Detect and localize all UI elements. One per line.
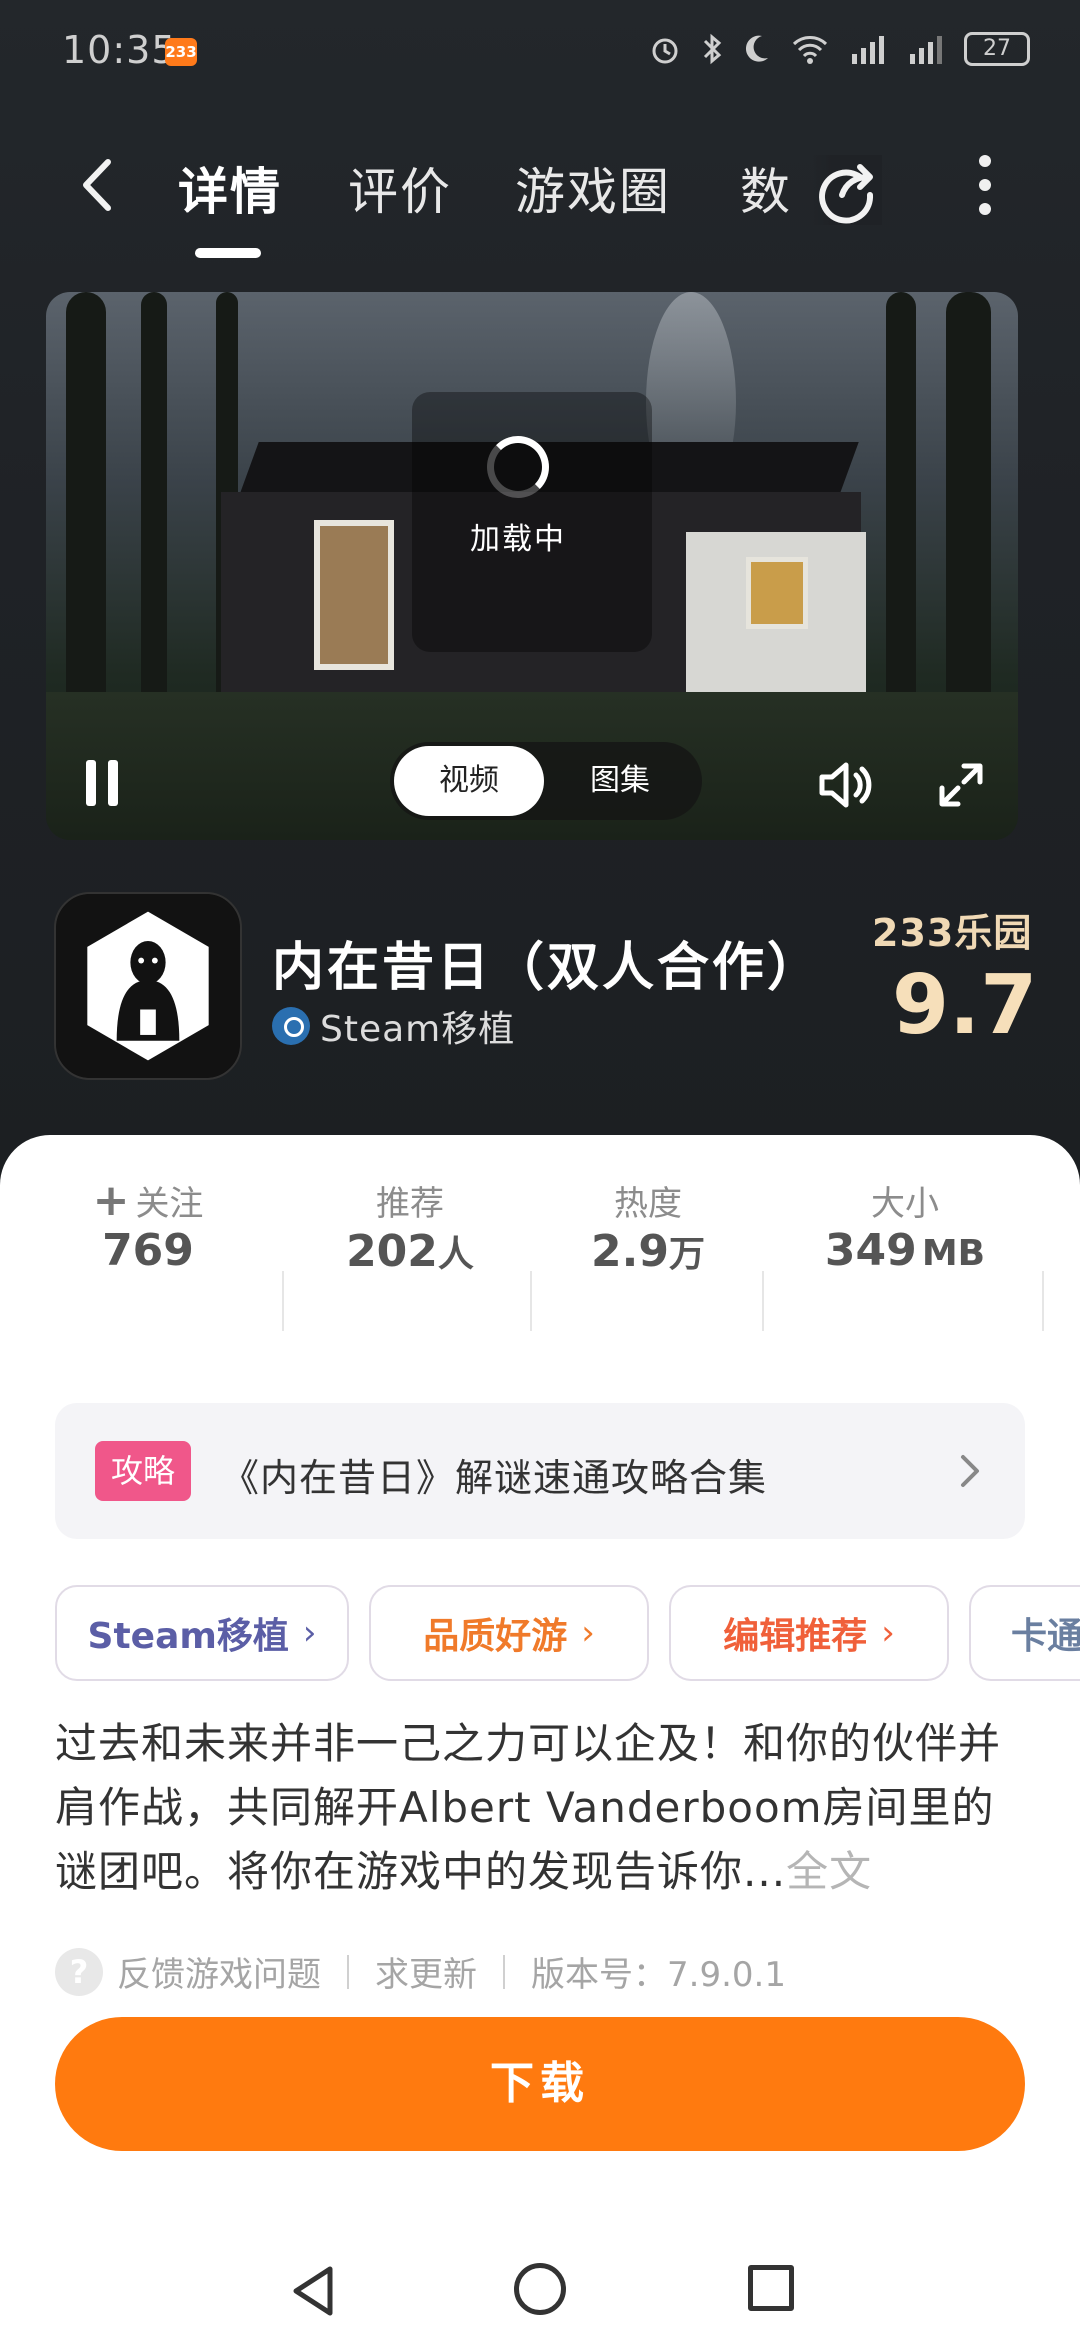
loading-label: 加载中 [470,522,566,557]
status-icons: 27 [648,32,1030,66]
stat-value: 769 [102,1225,194,1276]
loading-overlay: 加载中 [412,392,652,652]
stats-row: + 关注 769 推荐 202人 热度 2.9万 大小 349 MB [0,1174,1080,1331]
bluetooth-icon [703,33,722,65]
tab-details[interactable]: 详情 [178,152,282,224]
game-description[interactable]: 过去和未来并非一己之力可以企及！和你的伙伴并肩作战，共同解开Albert Van… [55,1712,1030,1904]
stat-value: 202 [346,1226,438,1277]
chevron-right-icon: › [302,1613,317,1653]
media-type-switch: 视频 图集 [390,742,702,820]
stat-heat: 热度 2.9万 [548,1175,748,1278]
stat-unit: 人 [437,1234,474,1275]
chip-editor-pick[interactable]: 编辑推荐 › [669,1585,949,1681]
stat-follow[interactable]: + 关注 769 [48,1174,248,1277]
chip-quality[interactable]: 品质好游 › [369,1585,649,1681]
stat-size: 大小 349 MB [800,1175,1010,1277]
loading-spinner-icon [487,436,549,498]
brand-logo: 233乐园 [872,911,1033,955]
guide-title: 《内在昔日》解谜速通攻略合集 [221,1456,768,1500]
segment-gallery[interactable]: 图集 [550,746,690,816]
cabin-window [746,557,808,629]
stat-label: 热度 [614,1183,682,1224]
system-back-icon[interactable] [288,2263,338,2319]
system-recents-icon[interactable] [748,2265,794,2311]
tab-reviews[interactable]: 评价 [348,152,452,224]
more-options-icon[interactable] [970,155,1000,225]
active-tab-indicator [195,248,261,258]
game-title: 内在昔日（双人合作） [272,938,823,998]
detail-card: + 关注 769 推荐 202人 热度 2.9万 大小 349 MB 攻略 《内在… [0,1135,1080,2340]
volume-icon[interactable] [816,757,876,813]
share-icon[interactable] [812,155,882,225]
chip-label: 编辑推荐 [723,1616,868,1657]
version-label: 版本号：7.9.0.1 [531,1955,786,1995]
footer-links: ? 反馈游戏问题 求更新 版本号：7.9.0.1 [55,1947,786,1996]
tab-game-circle[interactable]: 游戏圈 [515,152,671,224]
download-button[interactable]: 下载 [55,2017,1025,2151]
wifi-icon [792,36,828,64]
system-home-icon[interactable] [514,2263,566,2315]
signal-4g-icon [910,36,942,64]
feedback-link[interactable]: 反馈游戏问题 [117,1947,321,1996]
chip-label: 品质好游 [423,1616,568,1657]
help-icon: ? [55,1947,103,1996]
chevron-right-icon: › [881,1613,895,1653]
stat-label: 关注 [135,1183,204,1224]
stat-recommend: 推荐 202人 [310,1175,510,1278]
guide-banner[interactable]: 攻略 《内在昔日》解谜速通攻略合集 [55,1403,1025,1539]
request-update-link[interactable]: 求更新 [375,1947,477,1996]
chip-cartoon[interactable]: 卡通 [969,1585,1080,1681]
chevron-right-icon: › [581,1613,595,1653]
stat-unit: MB [921,1233,986,1274]
pause-icon[interactable] [86,760,130,810]
alarm-icon [652,38,678,64]
status-bar: 10:35 233 27 [0,0,1080,100]
game-platform: Steam移植 [272,1000,515,1052]
system-navigation-bar [0,2225,1080,2340]
stat-unit: 万 [668,1234,705,1275]
signal-4g-icon [852,36,884,64]
chip-label: Steam移植 [87,1616,289,1657]
tab-data[interactable]: 数 [740,152,792,224]
steam-icon [272,1007,310,1045]
video-player[interactable]: 加载中 视频 图集 [46,292,1018,840]
moon-icon [745,35,768,62]
platform-label: Steam移植 [320,1009,516,1050]
segment-video[interactable]: 视频 [394,746,544,816]
read-more-link[interactable]: 全文 [786,1847,872,1896]
chip-steam-port[interactable]: Steam移植 › [55,1585,349,1681]
stat-label: 大小 [871,1183,939,1224]
stat-value: 349 [824,1225,917,1276]
status-time: 10:35 [62,28,177,72]
back-arrow-icon[interactable] [70,150,130,220]
app-notification-badge: 233 [165,38,197,66]
cabin-door [314,520,394,670]
rating-score: 9.7 [892,958,1038,1053]
guide-tag: 攻略 [95,1441,191,1501]
top-navigation: 详情 评价 游戏圈 数 [0,130,1080,258]
battery-indicator: 27 [964,32,1030,66]
plus-icon: + [92,1174,130,1226]
stat-label: 推荐 [376,1183,444,1224]
chevron-right-icon [961,1455,979,1487]
game-app-icon [54,892,242,1080]
fullscreen-icon[interactable] [936,760,986,810]
chip-label: 卡通 [1011,1616,1080,1657]
stat-value: 2.9 [591,1226,669,1277]
tag-chips: Steam移植 › 品质好游 › 编辑推荐 › 卡通 [55,1585,1080,1681]
